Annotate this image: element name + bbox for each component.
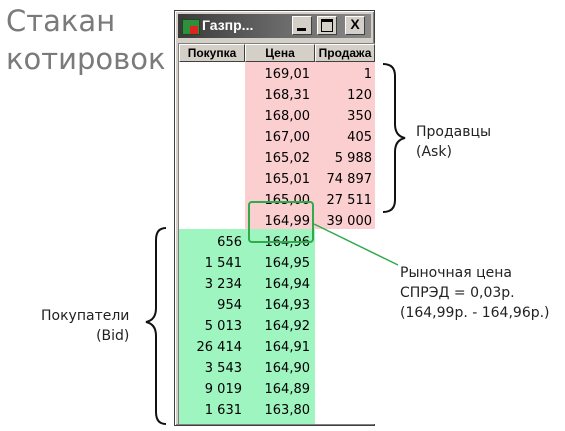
buyers-sublabel: (Bid) bbox=[96, 328, 130, 344]
market-price-label: Рыночная цена bbox=[400, 265, 512, 281]
annotation-lines bbox=[145, 63, 406, 425]
buyers-brace bbox=[145, 227, 167, 425]
market-annotation: Рыночная цена СПРЭД = 0,03р. (164,99р. -… bbox=[400, 263, 550, 323]
buyers-label: Покупатели bbox=[41, 308, 130, 324]
sellers-label: Продавцы bbox=[416, 124, 492, 140]
spread-range-label: (164,99р. - 164,96р.) bbox=[400, 305, 550, 321]
sellers-brace bbox=[382, 63, 406, 213]
spread-label: СПРЭД = 0,03р. bbox=[400, 285, 515, 301]
market-pointer-line bbox=[313, 223, 399, 266]
sellers-sublabel: (Ask) bbox=[416, 144, 452, 160]
sellers-annotation: Продавцы (Ask) bbox=[416, 122, 491, 162]
buyers-annotation: Покупатели (Bid) bbox=[41, 306, 129, 346]
